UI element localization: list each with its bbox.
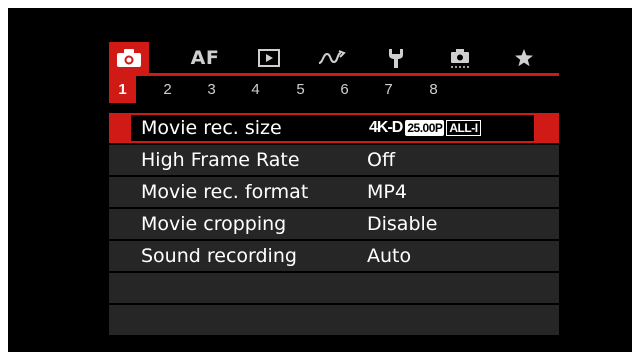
compression-badge: ALL-I	[446, 120, 481, 136]
page-tab-7[interactable]: 7	[375, 76, 402, 103]
page-tab-8[interactable]: 8	[420, 76, 447, 103]
menu-item-value: MP4	[367, 181, 407, 203]
page-tab-6[interactable]: 6	[331, 76, 358, 103]
frame-rate-badge: 25.00P	[405, 120, 445, 136]
selection-highlight: Movie rec. size 4K-D 25.00P ALL-I	[131, 115, 534, 141]
category-tabs: AF	[109, 42, 559, 74]
tab-my-menu[interactable]	[504, 42, 544, 74]
custom-functions-icon	[451, 49, 469, 68]
tab-shooting[interactable]	[109, 42, 149, 74]
page-tab-4[interactable]: 4	[242, 76, 269, 103]
wrench-icon	[389, 49, 403, 68]
menu-item-movie-cropping[interactable]: Movie cropping Disable	[109, 209, 559, 239]
page-tab-2[interactable]: 2	[154, 76, 181, 103]
menu-item-label: Movie rec. format	[141, 181, 309, 203]
playback-icon	[258, 49, 280, 67]
menu-item-movie-rec-size[interactable]: Movie rec. size 4K-D 25.00P ALL-I	[109, 113, 559, 143]
menu-item-empty	[109, 305, 559, 335]
tab-af[interactable]: AF	[185, 42, 225, 74]
menu-list: Movie rec. size 4K-D 25.00P ALL-I High F…	[109, 113, 559, 337]
menu-item-label: Movie rec. size	[141, 117, 282, 139]
resolution-badge: 4K-D	[369, 119, 403, 136]
menu-item-label: Sound recording	[141, 245, 297, 267]
menu-item-value: Auto	[367, 245, 412, 267]
tab-custom-functions[interactable]	[440, 42, 480, 74]
camera-menu-screen: AF 1 2 3 4 5 6 7 8 Movie rec. size 4K-D …	[8, 8, 632, 352]
menu-item-movie-rec-format[interactable]: Movie rec. format MP4	[109, 177, 559, 207]
page-tabs: 1 2 3 4 5 6 7 8	[109, 76, 559, 103]
page-tab-3[interactable]: 3	[198, 76, 225, 103]
movie-rec-size-value: 4K-D 25.00P ALL-I	[369, 119, 481, 137]
menu-item-value: Disable	[367, 213, 438, 235]
tab-af-label: AF	[190, 47, 220, 69]
page-tab-1[interactable]: 1	[109, 76, 136, 103]
menu-item-label: High Frame Rate	[141, 149, 300, 171]
tab-playback[interactable]	[249, 42, 289, 74]
menu-item-label: Movie cropping	[141, 213, 287, 235]
star-icon	[515, 49, 533, 67]
menu-item-high-frame-rate[interactable]: High Frame Rate Off	[109, 145, 559, 175]
wireless-icon	[318, 50, 346, 64]
tab-wireless[interactable]	[312, 42, 352, 74]
camera-icon	[117, 49, 141, 67]
menu-item-sound-recording[interactable]: Sound recording Auto	[109, 241, 559, 271]
menu-item-value: Off	[367, 149, 396, 171]
menu-item-empty	[109, 273, 559, 303]
page-tab-5[interactable]: 5	[287, 76, 314, 103]
tab-setup[interactable]	[376, 42, 416, 74]
